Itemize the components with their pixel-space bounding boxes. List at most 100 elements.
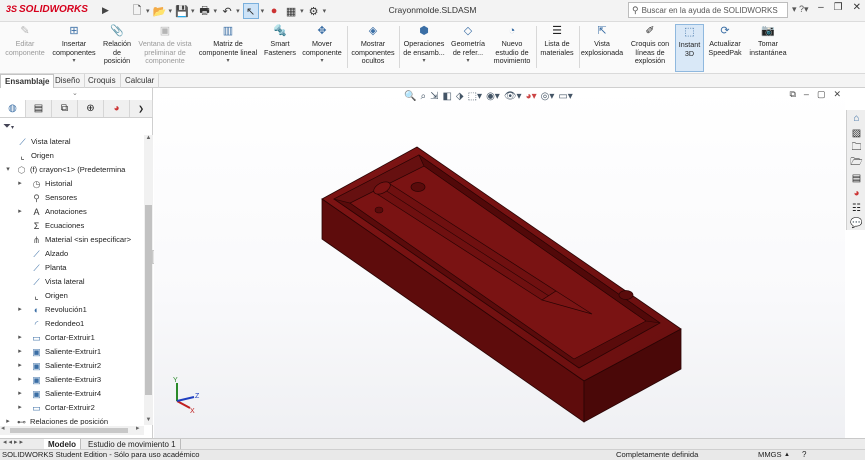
scroll-left-icon[interactable]: ◂ (1, 424, 5, 432)
chevron-down-icon[interactable]: ▾ (169, 7, 173, 15)
tree-expander-icon[interactable]: ▸ (16, 373, 24, 387)
linear-pattern-button[interactable]: ▥ Matriz de componente lineal ▾ (196, 24, 260, 66)
viewport-restore-icon[interactable]: ⧉ (789, 89, 795, 100)
tree-item[interactable]: ⟋ Planta (0, 261, 144, 275)
tree-item[interactable]: ◜ Redondeo1 (0, 317, 144, 331)
tree-expander-icon[interactable]: ▸ (16, 345, 24, 359)
viewport-minimize-icon[interactable]: – (804, 89, 809, 100)
tree-item[interactable]: ▸ ▭ Cortar-Extruir2 (0, 401, 144, 415)
previous-view-icon[interactable]: ⇲ (430, 91, 438, 102)
hide-show-items-icon[interactable]: 👁▾ (504, 91, 522, 102)
chevron-down-icon[interactable]: ▾ (448, 57, 488, 66)
scrollbar-thumb[interactable] (145, 205, 152, 395)
appearances-icon[interactable]: ◕ (849, 187, 864, 200)
scroll-down-icon[interactable]: ▼ (144, 417, 153, 423)
chevron-down-icon[interactable]: ▾ (300, 57, 344, 66)
property-manager-tab-icon[interactable]: ▤ (26, 100, 52, 117)
view-palette-icon[interactable]: ▤ (849, 172, 864, 185)
tree-expander-icon[interactable]: ▸ (16, 359, 24, 373)
save-icon[interactable]: 💾 (175, 3, 189, 19)
tab-diseno[interactable]: Diseño (51, 74, 85, 88)
solidworks-logo[interactable]: 3S SOLIDWORKS (6, 4, 88, 15)
edit-component-button[interactable]: ✎ Editar componente (4, 24, 46, 57)
select-pointer-icon[interactable]: ↖ (242, 3, 259, 19)
new-document-icon[interactable]: 🗋 (130, 3, 144, 19)
tree-item[interactable]: ▸ ◷ Historial (0, 177, 144, 191)
rebuild-icon[interactable]: ▦ (284, 3, 298, 19)
tree-expander-icon[interactable]: ▸ (16, 331, 24, 345)
scroll-up-icon[interactable]: ▲ (144, 135, 153, 141)
insert-components-button[interactable]: ⊞ Insertar componentes ▾ (50, 24, 98, 66)
graphics-viewport[interactable]: 🔍 ⌕ ⇲ ◧ ⬗ ⬚▾ ◉▾ 👁▾ ◕▾ ◎▾ ▭▾ ⧉ – ▢ ✕ Y X … (154, 88, 845, 438)
configuration-manager-tab-icon[interactable]: ⧉ (52, 100, 78, 117)
resources-icon[interactable]: ▨ (849, 127, 864, 140)
move-component-button[interactable]: ✥ Mover componente ▾ (300, 24, 344, 66)
tree-vertical-scrollbar[interactable]: ▲ ▼ (144, 135, 153, 425)
tree-expander-icon[interactable]: ▸ (16, 387, 24, 401)
explode-line-sketch-button[interactable]: ✐ Croquis con líneas de explosión (626, 24, 674, 66)
take-snapshot-button[interactable]: 📷 Tomar instantánea (746, 24, 790, 57)
chevron-down-icon[interactable]: ▾ (146, 7, 150, 15)
tab-croquis[interactable]: Croquis (84, 74, 121, 88)
chevron-down-icon[interactable]: ▾ (214, 7, 218, 15)
smart-fasteners-button[interactable]: 🔩 Smart Fasteners (262, 24, 298, 57)
dimxpert-tab-icon[interactable]: ⊕ (78, 100, 104, 117)
tree-expander-icon[interactable]: ▸ (16, 401, 24, 415)
h-scrollbar-thumb[interactable] (10, 428, 128, 433)
bill-of-materials-button[interactable]: ☰ Lista de materiales (538, 24, 576, 57)
zoom-to-fit-icon[interactable]: 🔍 (404, 91, 416, 102)
tab-calcular[interactable]: Calcular (121, 74, 160, 88)
chevron-down-icon[interactable]: ▾ (401, 57, 447, 66)
units-dropdown-icon[interactable]: ▲ (784, 450, 790, 460)
display-manager-tab-icon[interactable]: ◕ (104, 100, 130, 117)
view-settings-icon[interactable]: ▭▾ (558, 91, 572, 102)
show-hidden-button[interactable]: ◈ Mostrar componentes ocultos (350, 24, 396, 66)
chevron-down-icon[interactable]: ▾ (191, 7, 195, 15)
tree-item[interactable]: ⟋ Vista lateral (0, 275, 144, 289)
display-style-icon[interactable]: ◉▾ (486, 91, 500, 102)
panel-expand-icon[interactable]: ❯ (130, 100, 153, 117)
undo-icon[interactable]: ↶ (220, 3, 234, 19)
tab-navigation-icon[interactable]: ◂◂▸▸ (3, 438, 25, 446)
feature-manager-tab-icon[interactable]: ◍ (0, 100, 26, 117)
crayon-mold-model[interactable] (154, 88, 845, 438)
viewport-close-icon[interactable]: ✕ (833, 89, 841, 100)
restore-icon[interactable]: ❐ (834, 2, 843, 13)
chevron-down-icon[interactable]: ▾ (300, 7, 304, 15)
options-gear-icon[interactable]: ⚙ (307, 3, 321, 19)
forum-icon[interactable]: 💬 (849, 217, 864, 230)
edit-appearance-icon[interactable]: ◕▾ (526, 91, 537, 102)
tree-item[interactable]: ⟋ Alzado (0, 247, 144, 261)
zoom-area-icon[interactable]: ⌕ (420, 91, 426, 102)
section-view-icon[interactable]: ◧ (442, 91, 451, 102)
tree-item[interactable]: ▸ ◐ Revolución1 (0, 303, 144, 317)
help-search-input[interactable]: ⚲ Buscar en la ayuda de SOLIDWORKS (628, 2, 788, 18)
panel-drag-handle-icon[interactable]: ⌄ (72, 89, 78, 97)
file-explorer-icon[interactable]: 🗁 (849, 157, 864, 170)
tree-expander-icon[interactable]: ▸ (16, 205, 24, 219)
custom-properties-icon[interactable]: ☷ (849, 202, 864, 215)
tree-item[interactable]: ▸ ⊷ Relaciones de posición (0, 415, 144, 426)
view-orientation-icon[interactable]: ⬚▾ (468, 91, 482, 102)
tree-item[interactable]: Σ Ecuaciones (0, 219, 144, 233)
filter-icon[interactable]: ⏷▾ (3, 121, 14, 133)
chevron-down-icon[interactable]: ▾ (261, 7, 265, 15)
tree-item[interactable]: ▸ ▭ Cortar-Extruir1 (0, 331, 144, 345)
tree-item[interactable]: ▸ ▣ Saliente-Extruir2 (0, 359, 144, 373)
chevron-down-icon[interactable]: ▾ (50, 57, 98, 66)
viewport-maximize-icon[interactable]: ▢ (817, 89, 826, 100)
reference-geometry-button[interactable]: ◇ Geometría de refer... ▾ (448, 24, 488, 66)
chevron-down-icon[interactable]: ▾ (323, 7, 327, 15)
tree-item[interactable]: ⌞ Origen (0, 289, 144, 303)
new-motion-study-button[interactable]: ◔ Nuevo estudio de movimiento (490, 24, 534, 66)
tree-item[interactable]: ▸ ▣ Saliente-Extruir4 (0, 387, 144, 401)
help-dropdown[interactable]: ▾ ?▾ (792, 4, 809, 15)
tree-item[interactable]: ⟋ Vista lateral (0, 135, 144, 149)
tree-expander-icon[interactable]: ▸ (16, 177, 24, 191)
tree-item[interactable]: ▸ ▣ Saliente-Extruir3 (0, 373, 144, 387)
instant-3d-button[interactable]: ⬚ Instant 3D (675, 24, 704, 72)
home-icon[interactable]: ⌂ (849, 112, 864, 125)
tree-item[interactable]: ⌞ Origen (0, 149, 144, 163)
tree-item[interactable]: ▸ ▣ Saliente-Extruir1 (0, 345, 144, 359)
print-icon[interactable]: 🖶 (198, 3, 212, 19)
